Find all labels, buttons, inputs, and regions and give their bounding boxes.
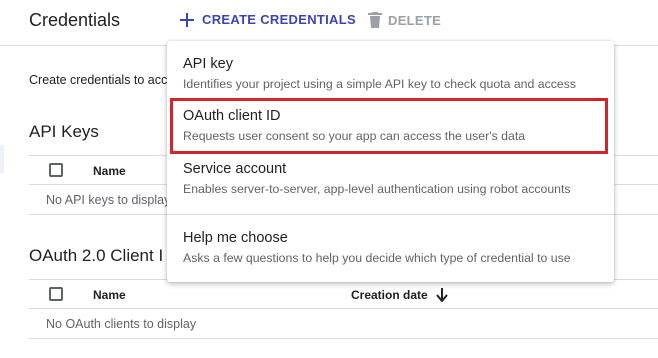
page-title: Credentials [29,10,121,30]
menu-item-label: OAuth client ID [183,108,281,124]
oauth-creation-date-column-header[interactable]: Creation date [351,288,448,302]
menu-item-label: Service account [183,161,287,177]
menu-item-help-me-choose[interactable]: Help me choose Asks a few questions to h… [167,215,614,277]
trash-icon [368,12,382,28]
menu-item-description: Enables server-to-server, app-level auth… [183,182,571,196]
api-keys-title: API Keys [29,122,99,141]
menu-item-api-key[interactable]: API key Identifies your project using a … [167,41,614,95]
api-keys-name-column-header[interactable]: Name [93,164,126,178]
menu-item-oauth-client-id[interactable]: OAuth client ID Requests user consent so… [167,98,614,154]
oauth-select-all-checkbox[interactable] [49,287,63,301]
menu-item-description: Requests user consent so your app can ac… [183,129,526,143]
oauth-empty-text: No OAuth clients to display [46,317,197,331]
oauth-empty-row: No OAuth clients to display [29,309,658,339]
credentials-page: Credentials CREATE CREDENTIALS DELETE Cr… [0,0,658,358]
api-keys-select-all-checkbox[interactable] [49,163,63,177]
create-credentials-button[interactable]: CREATE CREDENTIALS [180,12,356,27]
menu-item-label: API key [183,56,233,72]
oauth-name-column-header[interactable]: Name [93,288,126,302]
delete-button[interactable]: DELETE [368,12,441,28]
menu-item-label: Help me choose [183,230,288,246]
menu-item-description: Identifies your project using a simple A… [183,77,577,91]
page-header: Credentials CREATE CREDENTIALS DELETE [0,0,658,46]
menu-item-description: Asks a few questions to help you decide … [183,251,571,265]
intro-text: Create credentials to acc [29,73,168,87]
create-credentials-menu: API key Identifies your project using a … [167,41,614,282]
left-edge-strip [0,145,4,173]
oauth-clients-table: Name Creation date No OAuth clients to d… [29,279,658,339]
api-keys-empty-text: No API keys to display [46,193,171,207]
create-credentials-label: CREATE CREDENTIALS [202,12,356,27]
arrow-down-icon [435,288,448,302]
delete-label: DELETE [388,12,442,28]
oauth-clients-title: OAuth 2.0 Client I [29,246,164,265]
plus-icon [180,12,194,27]
menu-item-service-account[interactable]: Service account Enables server-to-server… [167,154,614,212]
creation-date-label: Creation date [351,288,428,302]
oauth-clients-table-header: Name Creation date [29,279,658,309]
